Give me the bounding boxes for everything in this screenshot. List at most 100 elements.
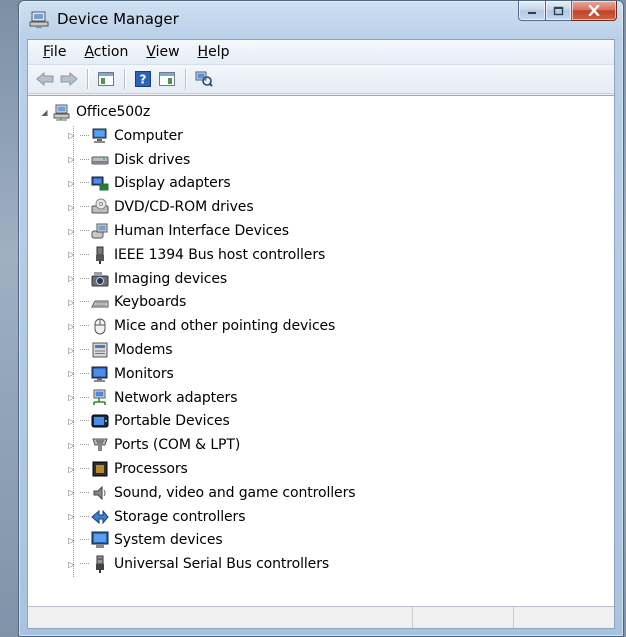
tree-node-label: IEEE 1394 Bus host controllers [114,246,326,263]
scan-hardware-icon [195,71,213,87]
tree-connector-dots [80,468,89,470]
tree-node-label: Modems [114,342,173,358]
expand-arrow-icon[interactable]: ▷ [67,227,76,236]
tree-node[interactable]: ▷ System devices [67,529,223,551]
tree-node[interactable]: ▷ Modems [67,339,172,361]
expand-arrow-icon[interactable]: ▷ [67,250,76,259]
expand-arrow-icon[interactable]: ▷ [67,203,76,212]
svg-text:?: ? [140,73,147,87]
menu-view[interactable]: View [137,41,188,63]
expand-arrow-icon[interactable]: ▷ [67,155,76,164]
menu-label-rest: ile [50,44,67,60]
tree-node-label: Computer [114,127,183,144]
menu-help[interactable]: Help [189,41,239,63]
tree-connector-dots [80,253,89,256]
menu-file[interactable]: File [34,41,75,63]
tree-node[interactable]: ▷ DVD/CD-ROM drives [67,196,254,218]
portable-device-icon [91,412,109,430]
tree-connector-dots [80,444,89,446]
forward-button[interactable] [58,68,80,90]
properties-pane-button[interactable] [156,68,178,90]
tree-root-node[interactable]: ◢ Office500z [40,101,150,123]
port-icon [91,436,109,454]
speaker-icon [91,484,109,502]
expand-arrow-icon[interactable]: ▷ [67,393,76,402]
expand-arrow-icon[interactable]: ▷ [67,298,76,307]
tree-node[interactable]: ▷ Monitors [67,363,174,385]
tree-node[interactable]: ▷ IEEE 1394 Bus host controllers [67,244,325,266]
collapse-arrow-icon[interactable]: ◢ [40,108,49,117]
tree-node[interactable]: ▷ Imaging devices [67,268,227,290]
tree-node[interactable]: ▷ Sound, video and game controllers [67,482,355,504]
status-pane [413,607,514,628]
expand-arrow-icon[interactable]: ▷ [67,346,76,355]
tree-node[interactable]: ▷ Ports (COM & LPT) [67,434,240,456]
tree-node-label: Disk drives [114,151,191,168]
menu-label-rest: iew [155,44,180,60]
dvd-drive-icon [91,198,109,216]
tree-node[interactable]: ▷ Display adapters [67,172,230,194]
tree-connector-dots [80,182,89,184]
tree-connector-dots [80,539,89,541]
tree-node[interactable]: ▷ Processors [67,458,187,480]
device-tree[interactable]: ◢ Office500z ▷ Computer ▷ Disk drives ▷ Display… [28,95,614,606]
close-button[interactable] [572,1,617,21]
tree-node[interactable]: ▷ Portable Devices [67,410,230,432]
maximize-button[interactable] [546,1,572,21]
tree-connector-dots [80,396,89,399]
help-button[interactable]: ? [132,68,154,90]
scan-hardware-button[interactable] [193,68,215,90]
tree-node-label: Mice and other pointing devices [114,318,336,335]
expand-arrow-icon[interactable]: ▷ [67,536,76,545]
menu-bar: File Action View Help [28,40,614,65]
tree-connector-dots [80,372,89,375]
toolbar: ? [28,65,614,94]
tree-node[interactable]: ▷ Network adapters [67,387,237,409]
tree-connector-dots [80,277,89,280]
title-bar[interactable]: Device Manager [19,1,623,35]
tree-node[interactable]: ▷ Keyboards [67,291,186,313]
modem-icon [91,341,109,359]
tree-node[interactable]: ▷ Storage controllers [67,506,245,528]
show-hide-console-tree-button[interactable] [95,68,117,90]
tree-node[interactable]: ▷ Mice and other pointing devices [67,315,335,337]
tree-node[interactable]: ▷ Disk drives [67,149,190,171]
properties-pane-icon [159,72,175,86]
mouse-icon [91,317,109,335]
expand-arrow-icon[interactable]: ▷ [67,274,76,283]
expand-arrow-icon[interactable]: ▷ [67,369,76,378]
expand-arrow-icon[interactable]: ▷ [67,131,76,140]
device-manager-app-icon [29,11,49,28]
tree-connector-dots [80,515,89,518]
expand-arrow-icon[interactable]: ▷ [67,512,76,521]
caption-buttons [518,1,617,21]
tree-connector-dots [80,158,89,161]
tree-node-label: Human Interface Devices [114,223,289,239]
tree-node[interactable]: ▷ Computer [67,125,183,147]
tree-node-label: Ports (COM & LPT) [114,437,241,454]
minimize-icon [528,11,536,14]
tree-node-label: Imaging devices [114,270,228,287]
tree-node-label: Monitors [114,365,174,382]
tree-node-label: Universal Serial Bus controllers [114,556,330,573]
expand-arrow-icon[interactable]: ▷ [67,322,76,331]
client-area: File Action View Help ? ◢ Office500z ▷ C… [27,39,615,629]
back-button[interactable] [34,68,56,90]
minimize-button[interactable] [518,1,546,21]
tree-node-label: Sound, video and game controllers [114,484,356,501]
status-bar [28,606,614,628]
expand-arrow-icon[interactable]: ▷ [67,560,76,569]
tree-node[interactable]: ▷ Human Interface Devices [67,220,289,242]
expand-arrow-icon[interactable]: ▷ [67,465,76,474]
tree-node[interactable]: ▷ Universal Serial Bus controllers [67,553,329,575]
expand-arrow-icon[interactable]: ▷ [67,179,76,188]
expand-arrow-icon[interactable]: ▷ [67,441,76,450]
expand-arrow-icon[interactable]: ▷ [67,488,76,497]
menu-action[interactable]: Action [75,41,137,63]
menu-mnemonic: A [84,44,94,60]
expand-arrow-icon[interactable]: ▷ [67,417,76,426]
close-icon [588,5,600,16]
window-title: Device Manager [57,10,179,28]
tree-connector-dots [80,134,89,137]
tree-node-label: Portable Devices [114,413,230,430]
